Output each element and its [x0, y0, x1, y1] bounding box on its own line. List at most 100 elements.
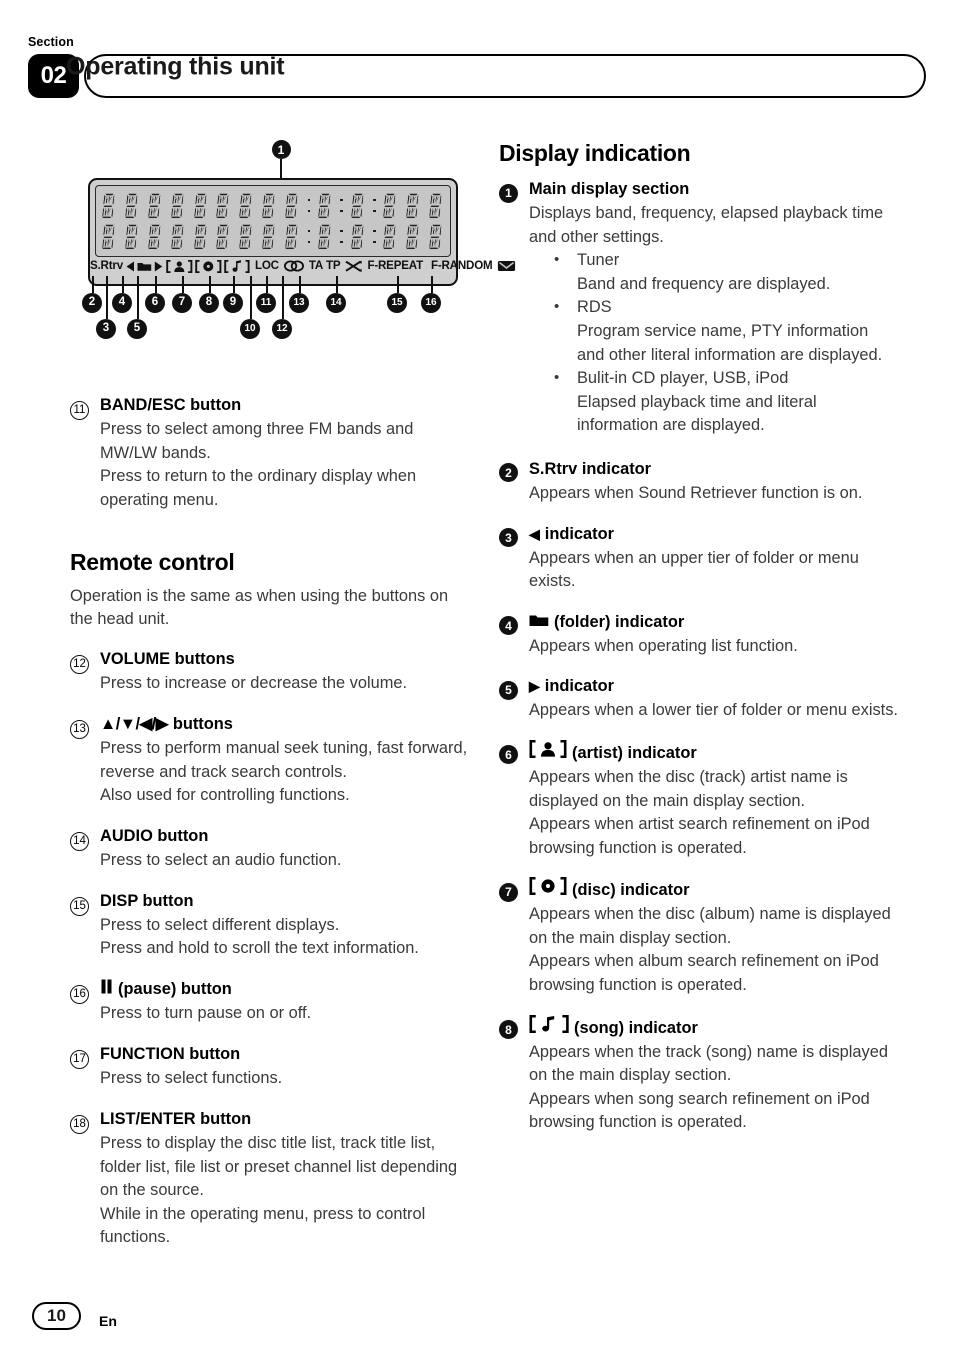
bullet-text: Band and frequency are displayed. [577, 274, 831, 293]
entry-line: Appears when album search refinement on … [529, 952, 879, 995]
segment-cell [215, 192, 232, 219]
leader-line-11 [266, 276, 268, 293]
entry-title: (artist) indicator [529, 739, 899, 765]
entry-main-display-section: 1 Main display section Displays band, fr… [499, 178, 899, 438]
entry-header: 13 ▲/▼/◀/▶ buttons [70, 713, 470, 739]
entry-title-text: (artist) indicator [572, 743, 697, 762]
entry-title: (folder) indicator [529, 611, 899, 634]
entry-title: BAND/ESC button [100, 396, 242, 414]
right-arrow-indicator-icon [154, 261, 163, 272]
leader-line-5 [137, 276, 139, 319]
leader-line-7 [182, 276, 184, 293]
entry-title: FUNCTION button [100, 1044, 241, 1063]
callout-16: 16 [421, 293, 441, 313]
entry-body: Appears when an upper tier of folder or … [529, 547, 899, 594]
colon-separator [340, 195, 344, 217]
entry-volume-buttons: 12 VOLUME buttons Press to increase or d… [70, 648, 470, 696]
left-column: 1 S.Rtrv LOC TA TP F-REPEAT F-RANDOM 2 4… [70, 140, 516, 1267]
leader-line-13 [299, 276, 301, 293]
segment-cell [284, 192, 301, 219]
entry-header: 12 VOLUME buttons [70, 648, 470, 675]
leader-line-14 [336, 276, 338, 293]
item-number-marker: 1 [499, 178, 529, 203]
callout-1: 1 [266, 140, 296, 159]
entry-line: Appears when an upper tier of folder or … [529, 548, 859, 591]
entry-body: Press to perform manual seek tuning, fas… [100, 737, 470, 808]
segment-cell [382, 192, 399, 219]
callout-6: 6 [145, 293, 165, 313]
page-title: Operating this unit [66, 52, 285, 81]
item-number-marker: 16 [70, 978, 100, 1005]
entry-line: Press to turn pause on or off. [100, 1004, 312, 1023]
segment-cell [124, 223, 141, 250]
entry-title: (disc) indicator [529, 877, 899, 902]
figure-callouts: 2 4 6 7 8 9 11 13 14 15 16 3 5 10 12 [70, 276, 470, 362]
callout-7: 7 [172, 293, 192, 313]
segment-cell [261, 192, 278, 219]
entry-line: Press to select an audio function. [100, 850, 342, 869]
tp-indicator: TP [326, 259, 341, 273]
entry-line: Appears when song search refinement on i… [529, 1089, 870, 1132]
entry-body: Appears when the disc (track) artist nam… [529, 766, 899, 860]
left-arrow-indicator-icon [126, 261, 135, 272]
item-number-marker: 11 [70, 394, 100, 421]
entry-title: ▶ indicator [529, 675, 899, 698]
artist-indicator-icon [166, 259, 193, 273]
entry-header: 7 (disc) indicator [499, 877, 899, 902]
page-footer: 10 En [32, 1302, 117, 1330]
item-number-marker: 8 [499, 1015, 529, 1040]
leader-line-9 [233, 276, 235, 293]
entry-title: Main display section [529, 180, 690, 198]
entry-body: Press to select different displays. Pres… [100, 914, 470, 961]
bullet-text: Program service name, PTY information an… [577, 321, 883, 364]
pause-icon [100, 979, 113, 994]
display-figure: 1 S.Rtrv LOC TA TP F-REPEAT F-RANDOM 2 4… [70, 140, 516, 362]
entry-line: While in the operating menu, press to co… [100, 1204, 426, 1247]
segment-cell [215, 223, 232, 250]
segment-cell [428, 223, 445, 250]
entry-body: Appears when the disc (album) name is di… [529, 903, 899, 997]
entry-body: Press to increase or decrease the volume… [100, 672, 470, 696]
section-label: Section [28, 35, 74, 49]
callout-3: 3 [96, 319, 116, 339]
ta-indicator: TA [308, 259, 324, 273]
segment-cell [428, 192, 445, 219]
language-code: En [99, 1313, 117, 1329]
repeat-indicator-icon [283, 260, 304, 272]
shuffle-indicator-icon [345, 260, 363, 273]
item-number-marker: 6 [499, 740, 529, 765]
right-arrow-icon: ▶ [529, 678, 540, 695]
f-random-indicator: F-RANDOM [430, 259, 493, 273]
entry-title-text: indicator [544, 677, 614, 696]
callout-13: 13 [289, 293, 309, 313]
item-number-marker: 4 [499, 611, 529, 636]
segment-cell [317, 223, 334, 250]
segment-cell [147, 223, 164, 250]
display-indication-heading: Display indication [499, 140, 691, 166]
entry-body: Appears when the track (song) name is di… [529, 1041, 899, 1135]
leader-line-10 [250, 276, 252, 319]
entry-pause-button: 16 (pause) button Press to turn pause on… [70, 978, 470, 1026]
entry-title-text: buttons [172, 714, 233, 733]
segment-cell [284, 223, 301, 250]
entry-line: Appears when artist search refinement on… [529, 815, 870, 857]
disc-indicator-icon [195, 259, 222, 273]
entry-artist-indicator: 6 (artist) indicator Appears when the di… [499, 739, 899, 860]
item-number-marker: 3 [499, 523, 529, 548]
entry-header: 5 ▶ indicator [499, 675, 899, 700]
segment-cell [192, 192, 210, 219]
entry-header: 18 LIST/ENTER button [70, 1108, 470, 1134]
entry-body: Press to turn pause on or off. [100, 1002, 470, 1026]
callout-15: 15 [387, 293, 407, 313]
colon-separator [307, 195, 311, 217]
song-icon [529, 1014, 569, 1033]
entry-body: Press to select functions. [100, 1067, 470, 1091]
entry-line: Appears when the disc (album) name is di… [529, 905, 891, 947]
entry-title-text: indicator [544, 524, 614, 543]
entry-disc-indicator: 7 (disc) indicator Appears when the disc… [499, 877, 899, 997]
segment-cell [405, 192, 422, 219]
entry-line: Press to select among three FM bands and… [100, 420, 414, 462]
entry-line: Appears when a lower tier of folder or m… [529, 701, 898, 720]
colon-separator [340, 226, 344, 248]
entry-body: Appears when Sound Retriever function is… [529, 482, 899, 506]
